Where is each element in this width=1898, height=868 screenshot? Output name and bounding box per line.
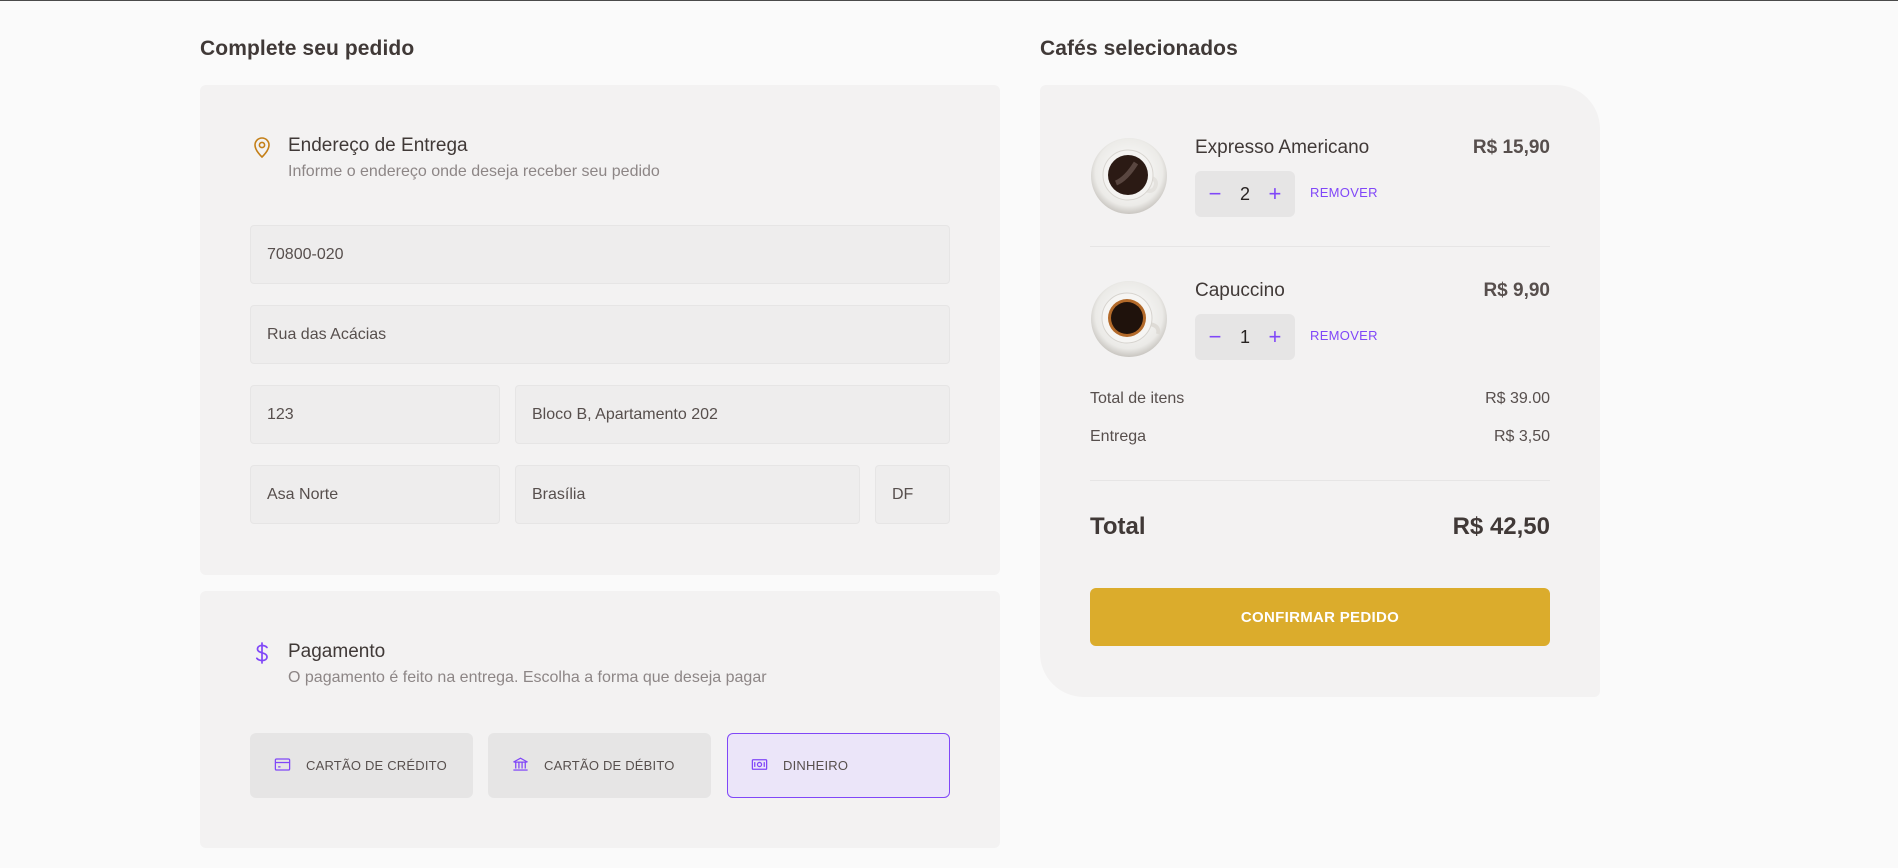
plus-icon[interactable]: + <box>1263 183 1287 205</box>
quantity-value: 1 <box>1239 326 1250 347</box>
payment-option-label: CARTÃO DE DÉBITO <box>544 758 675 773</box>
delivery-label: Entrega <box>1090 428 1147 445</box>
street-field[interactable]: Rua das Acácias <box>250 305 950 364</box>
address-subtitle: Informe o endereço onde deseja receber s… <box>288 163 660 180</box>
coffee-cup-image <box>1090 137 1168 215</box>
cep-field[interactable]: 70800-020 <box>250 225 950 284</box>
address-title: Endereço de Entrega <box>288 135 468 156</box>
items-total-label: Total de itens <box>1090 390 1185 407</box>
number-field[interactable]: 123 <box>250 385 500 444</box>
items-total-value: R$ 39.00 <box>1485 390 1550 407</box>
payment-option-label: DINHEIRO <box>783 758 849 773</box>
minus-icon[interactable]: − <box>1203 183 1227 205</box>
coffee-cup-image <box>1090 280 1168 358</box>
payment-subtitle: O pagamento é feito na entrega. Escolha … <box>288 669 767 686</box>
bank-icon <box>511 755 530 777</box>
payment-header: Pagamento O pagamento é feito na entrega… <box>250 641 950 691</box>
confirm-order-button[interactable]: CONFIRMAR PEDIDO <box>1090 588 1550 646</box>
complement-field[interactable]: Bloco B, Apartamento 202 <box>515 385 950 444</box>
remove-button[interactable]: REMOVER <box>1310 328 1378 343</box>
payment-title: Pagamento <box>288 641 386 662</box>
cart-item: Expresso Americano R$ 15,90 − 2 + REMOVE… <box>1090 137 1550 221</box>
cart-item: Capuccino R$ 9,90 − 1 + REMOVER <box>1090 280 1550 364</box>
summary-divider <box>1090 480 1550 481</box>
city-field[interactable]: Brasília <box>515 465 860 524</box>
item-divider <box>1090 246 1550 247</box>
grand-total-row: Total R$ 42,50 <box>1090 513 1550 543</box>
address-header: Endereço de Entrega Informe o endereço o… <box>250 135 950 185</box>
uf-field[interactable]: DF <box>875 465 950 524</box>
map-pin-icon <box>250 135 274 159</box>
address-card: Endereço de Entrega Informe o endereço o… <box>200 85 1000 575</box>
remove-button[interactable]: REMOVER <box>1310 185 1378 200</box>
quantity-value: 2 <box>1239 183 1250 204</box>
dollar-icon <box>250 641 274 665</box>
item-name: Capuccino <box>1195 280 1285 301</box>
items-total-row: Total de itens R$ 39.00 <box>1090 390 1550 410</box>
payment-card: Pagamento O pagamento é feito na entrega… <box>200 591 1000 848</box>
delivery-value: R$ 3,50 <box>1493 428 1550 445</box>
cart-card: Expresso Americano R$ 15,90 − 2 + REMOVE… <box>1040 85 1600 697</box>
payment-credit-card-button[interactable]: CARTÃO DE CRÉDITO <box>250 733 473 798</box>
item-name: Expresso Americano <box>1195 137 1370 158</box>
grand-total-value: R$ 42,50 <box>1452 513 1550 540</box>
payment-option-label: CARTÃO DE CRÉDITO <box>306 758 447 773</box>
credit-card-icon <box>273 755 292 777</box>
checkout-title: Complete seu pedido <box>200 37 415 60</box>
neighborhood-field[interactable]: Asa Norte <box>250 465 500 524</box>
quantity-stepper[interactable]: − 2 + <box>1195 171 1295 217</box>
money-icon <box>750 755 769 777</box>
delivery-row: Entrega R$ 3,50 <box>1090 428 1550 448</box>
payment-cash-button[interactable]: DINHEIRO <box>727 733 950 798</box>
cart-title: Cafés selecionados <box>1040 37 1238 60</box>
payment-debit-card-button[interactable]: CARTÃO DE DÉBITO <box>488 733 711 798</box>
plus-icon[interactable]: + <box>1263 326 1287 348</box>
item-price: R$ 9,90 <box>1483 280 1550 301</box>
grand-total-label: Total <box>1090 513 1146 540</box>
minus-icon[interactable]: − <box>1203 326 1227 348</box>
item-price: R$ 15,90 <box>1472 137 1550 158</box>
quantity-stepper[interactable]: − 1 + <box>1195 314 1295 360</box>
